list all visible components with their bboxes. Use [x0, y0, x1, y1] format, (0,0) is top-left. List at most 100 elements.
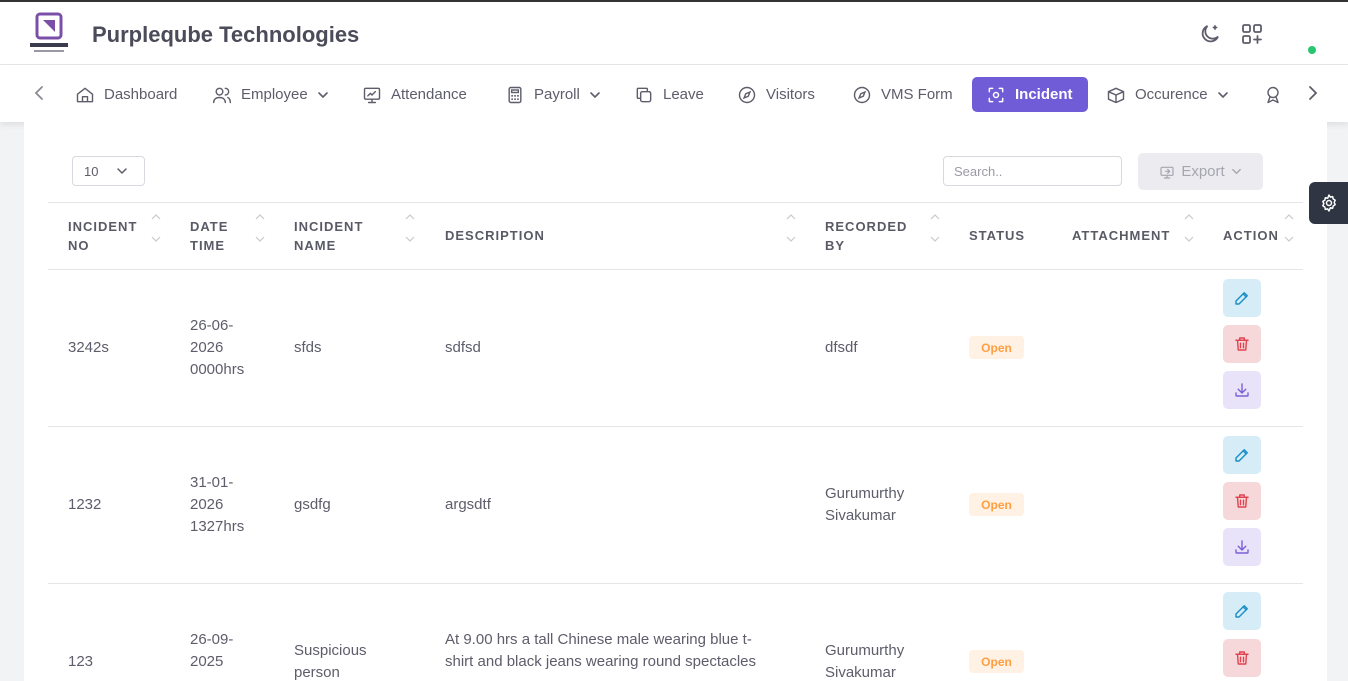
description-cell: argsdtf [445, 496, 491, 513]
sort-icon[interactable] [1284, 213, 1294, 243]
chevron-down-icon [117, 168, 127, 175]
search-input[interactable] [943, 156, 1122, 186]
download-button[interactable] [1223, 371, 1261, 409]
moon-icon[interactable] [1198, 22, 1222, 46]
apps-add-icon[interactable] [1240, 22, 1264, 46]
sort-icon[interactable] [930, 213, 940, 243]
edit-icon [1235, 292, 1248, 305]
delete-button[interactable] [1223, 325, 1261, 363]
incident-name-cell: gsdfg [294, 496, 331, 513]
incident-table-card [24, 122, 1327, 681]
nav-item-attendance[interactable]: Attendance [362, 77, 467, 112]
home-icon [76, 87, 94, 102]
nav-label: Incident [1015, 86, 1073, 103]
chevron-down-icon [1217, 91, 1228, 98]
trash-icon [1235, 337, 1249, 351]
incident-no-cell: 123 [68, 653, 94, 670]
nav-label: Occurence [1135, 86, 1208, 103]
nav-label: Visitors [766, 86, 815, 103]
column-header-incident-name[interactable]: Incident Name [294, 217, 363, 255]
export-label: Export [1181, 163, 1225, 180]
main-nav: Dashboard Employee Attendance Payroll Le… [0, 65, 1348, 122]
users-icon [212, 87, 232, 103]
delete-button[interactable] [1223, 639, 1261, 677]
nav-label: Attendance [391, 86, 467, 103]
sort-icon[interactable] [405, 213, 415, 243]
edit-icon [1235, 605, 1248, 618]
column-header-date-time[interactable]: Date Time [190, 217, 228, 255]
date-time-cell: 31-01- 2026 1327hrs [190, 474, 245, 535]
column-header-description[interactable]: Description [445, 226, 545, 245]
nav-label: Dashboard [104, 86, 178, 103]
chevron-down-icon [317, 91, 328, 98]
box-icon [1107, 87, 1125, 103]
export-button[interactable]: Export [1138, 153, 1263, 190]
edit-button[interactable] [1223, 436, 1261, 474]
focus-icon [988, 87, 1004, 102]
nav-item-occurence[interactable]: Occurence [1106, 77, 1230, 112]
nav-label: Employee [241, 86, 308, 103]
description-cell: At 9.00 hrs a tall Chinese male wearing … [445, 631, 757, 670]
sort-icon[interactable] [151, 213, 161, 243]
top-bar: Purpleqube Technologies [0, 0, 1348, 65]
incident-name-cell: sfds [294, 339, 322, 356]
date-time-cell: 26-09- 2025 [190, 631, 234, 670]
page-length-select[interactable]: 10 [72, 156, 145, 186]
calculator-icon [508, 86, 522, 103]
trash-icon [1235, 651, 1249, 665]
nav-label: Leave [663, 86, 704, 103]
nav-item-vms-form[interactable]: VMS Form [852, 77, 953, 112]
column-header-status[interactable]: Status [969, 226, 1025, 245]
compass-icon [853, 86, 871, 103]
column-header-incident-no[interactable]: Incident No [68, 217, 137, 255]
description-cell: sdfsd [445, 339, 481, 356]
table-top-border [48, 202, 1303, 203]
column-header-attachment[interactable]: Attachment [1072, 226, 1170, 245]
row-divider [48, 583, 1303, 584]
incident-no-cell: 3242s [68, 339, 109, 356]
nav-item-visitors[interactable]: Visitors [737, 77, 815, 112]
sort-icon[interactable] [1184, 213, 1194, 243]
date-time-cell: 26-06- 2026 0000hrs [190, 317, 245, 378]
status-badge: Open [969, 650, 1024, 673]
company-logo[interactable] [28, 12, 70, 56]
gear-icon [1321, 194, 1336, 212]
column-header-action[interactable]: Action [1223, 226, 1279, 245]
download-icon [1235, 540, 1249, 554]
nav-item-incident[interactable]: Incident [972, 77, 1088, 112]
delete-button[interactable] [1223, 482, 1261, 520]
theme-settings-button[interactable] [1309, 182, 1348, 224]
nav-scroll-right-icon[interactable] [1302, 83, 1322, 103]
row-divider [48, 269, 1303, 270]
nav-label: Payroll [534, 86, 580, 103]
online-status-dot [1308, 46, 1316, 54]
chevron-down-icon [590, 91, 600, 98]
nav-item-payroll[interactable]: Payroll [505, 77, 602, 112]
nav-item-employee[interactable]: Employee [212, 77, 330, 112]
edit-button[interactable] [1223, 279, 1261, 317]
nav-item-award[interactable] [1263, 77, 1292, 112]
incident-name-cell: Suspicious person [294, 642, 367, 681]
trash-icon [1235, 494, 1249, 508]
download-icon [1235, 383, 1249, 397]
sort-icon[interactable] [255, 213, 265, 243]
incident-no-cell: 1232 [68, 496, 102, 513]
edit-button[interactable] [1223, 592, 1261, 630]
award-icon [1267, 86, 1279, 103]
copy-icon [636, 87, 652, 102]
compass-icon [738, 86, 756, 103]
status-badge: Open [969, 336, 1024, 359]
monitor-icon [363, 87, 381, 103]
sort-icon[interactable] [786, 213, 796, 243]
nav-item-leave[interactable]: Leave [634, 77, 704, 112]
nav-item-dashboard[interactable]: Dashboard [75, 77, 177, 112]
row-divider [48, 426, 1303, 427]
export-icon [1160, 166, 1174, 179]
recorded-by-cell: dfsdf [825, 339, 858, 356]
nav-scroll-left-icon[interactable] [30, 83, 50, 103]
nav-label: VMS Form [881, 86, 953, 103]
page-length-value: 10 [84, 164, 99, 179]
brand-name: Purpleqube Technologies [92, 22, 360, 47]
download-button[interactable] [1223, 528, 1261, 566]
column-header-recorded-by[interactable]: Recorded By [825, 217, 907, 255]
